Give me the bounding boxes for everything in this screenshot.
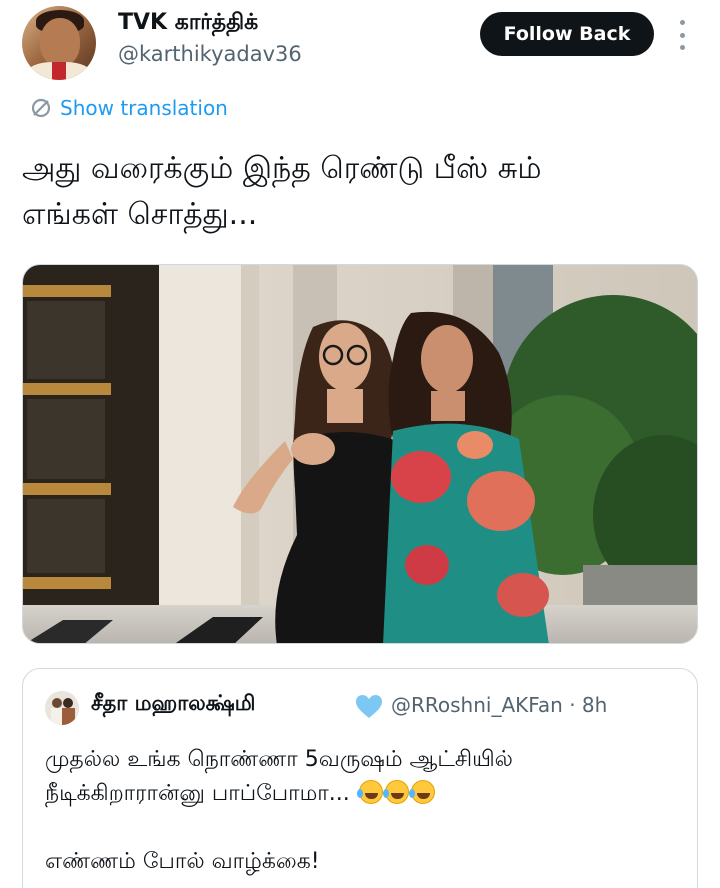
avatar-face <box>40 18 80 66</box>
photo-illustration <box>23 265 697 643</box>
show-translation-link[interactable]: Show translation <box>30 96 228 120</box>
quoted-tweet[interactable]: சீதா மஹாலக்ஷ்மி @RRoshni_AKFan · 8h முதல… <box>22 668 698 888</box>
show-translation-label: Show translation <box>60 96 228 120</box>
author-handle[interactable]: @karthikyadav36 <box>118 42 302 66</box>
more-dot <box>679 20 685 25</box>
quoted-tweet-text: முதல்ல உங்க நொண்ணா 5வருஷம் ஆட்சியில் நீட… <box>45 743 685 879</box>
tweet-header: TVK கார்த்திக் @karthikyadav36 Follow Ba… <box>0 0 720 90</box>
tweet-text-line: எங்கள் சொத்து... <box>22 197 258 232</box>
more-options-icon[interactable] <box>672 20 692 50</box>
more-dot <box>679 32 685 38</box>
rofl-emoji-icon <box>408 780 435 804</box>
verified-heart-icon <box>356 695 382 718</box>
quoted-text-line: நீடிக்கிறாரான்னு பாப்போமா... <box>45 777 685 811</box>
quoted-text-line: முதல்ல உங்க நொண்ணா 5வருஷம் ஆட்சியில் <box>45 747 513 772</box>
quoted-text-segment: நீடிக்கிறாரான்னு பாப்போமா... <box>45 781 350 806</box>
quoted-avatar-illustration <box>45 691 79 725</box>
quoted-text-spacer <box>45 811 685 845</box>
more-dot <box>679 45 685 50</box>
quoted-author-name[interactable]: சீதா மஹாலக்ஷ்மி <box>91 691 255 718</box>
author-avatar[interactable] <box>22 6 96 80</box>
rofl-emoji-icon <box>356 780 383 804</box>
tweet-text-line: அது வரைக்கும் இந்த ரெண்டு பீஸ் சும் <box>22 151 542 186</box>
avatar-scarf <box>52 62 66 80</box>
translate-icon <box>31 98 51 118</box>
quoted-author-avatar[interactable] <box>45 691 79 725</box>
rofl-emoji-icon <box>382 780 409 804</box>
tweet-text: அது வரைக்கும் இந்த ரெண்டு பீஸ் சும் எங்க… <box>22 146 702 238</box>
author-display-name[interactable]: TVK கார்த்திக் <box>118 10 258 38</box>
follow-back-button[interactable]: Follow Back <box>480 12 654 56</box>
quoted-text-line: எண்ணம் போல் வாழ்க்கை! <box>45 849 320 874</box>
quoted-author-handle-time[interactable]: @RRoshni_AKFan · 8h <box>391 693 607 717</box>
tweet-photo[interactable] <box>22 264 698 644</box>
